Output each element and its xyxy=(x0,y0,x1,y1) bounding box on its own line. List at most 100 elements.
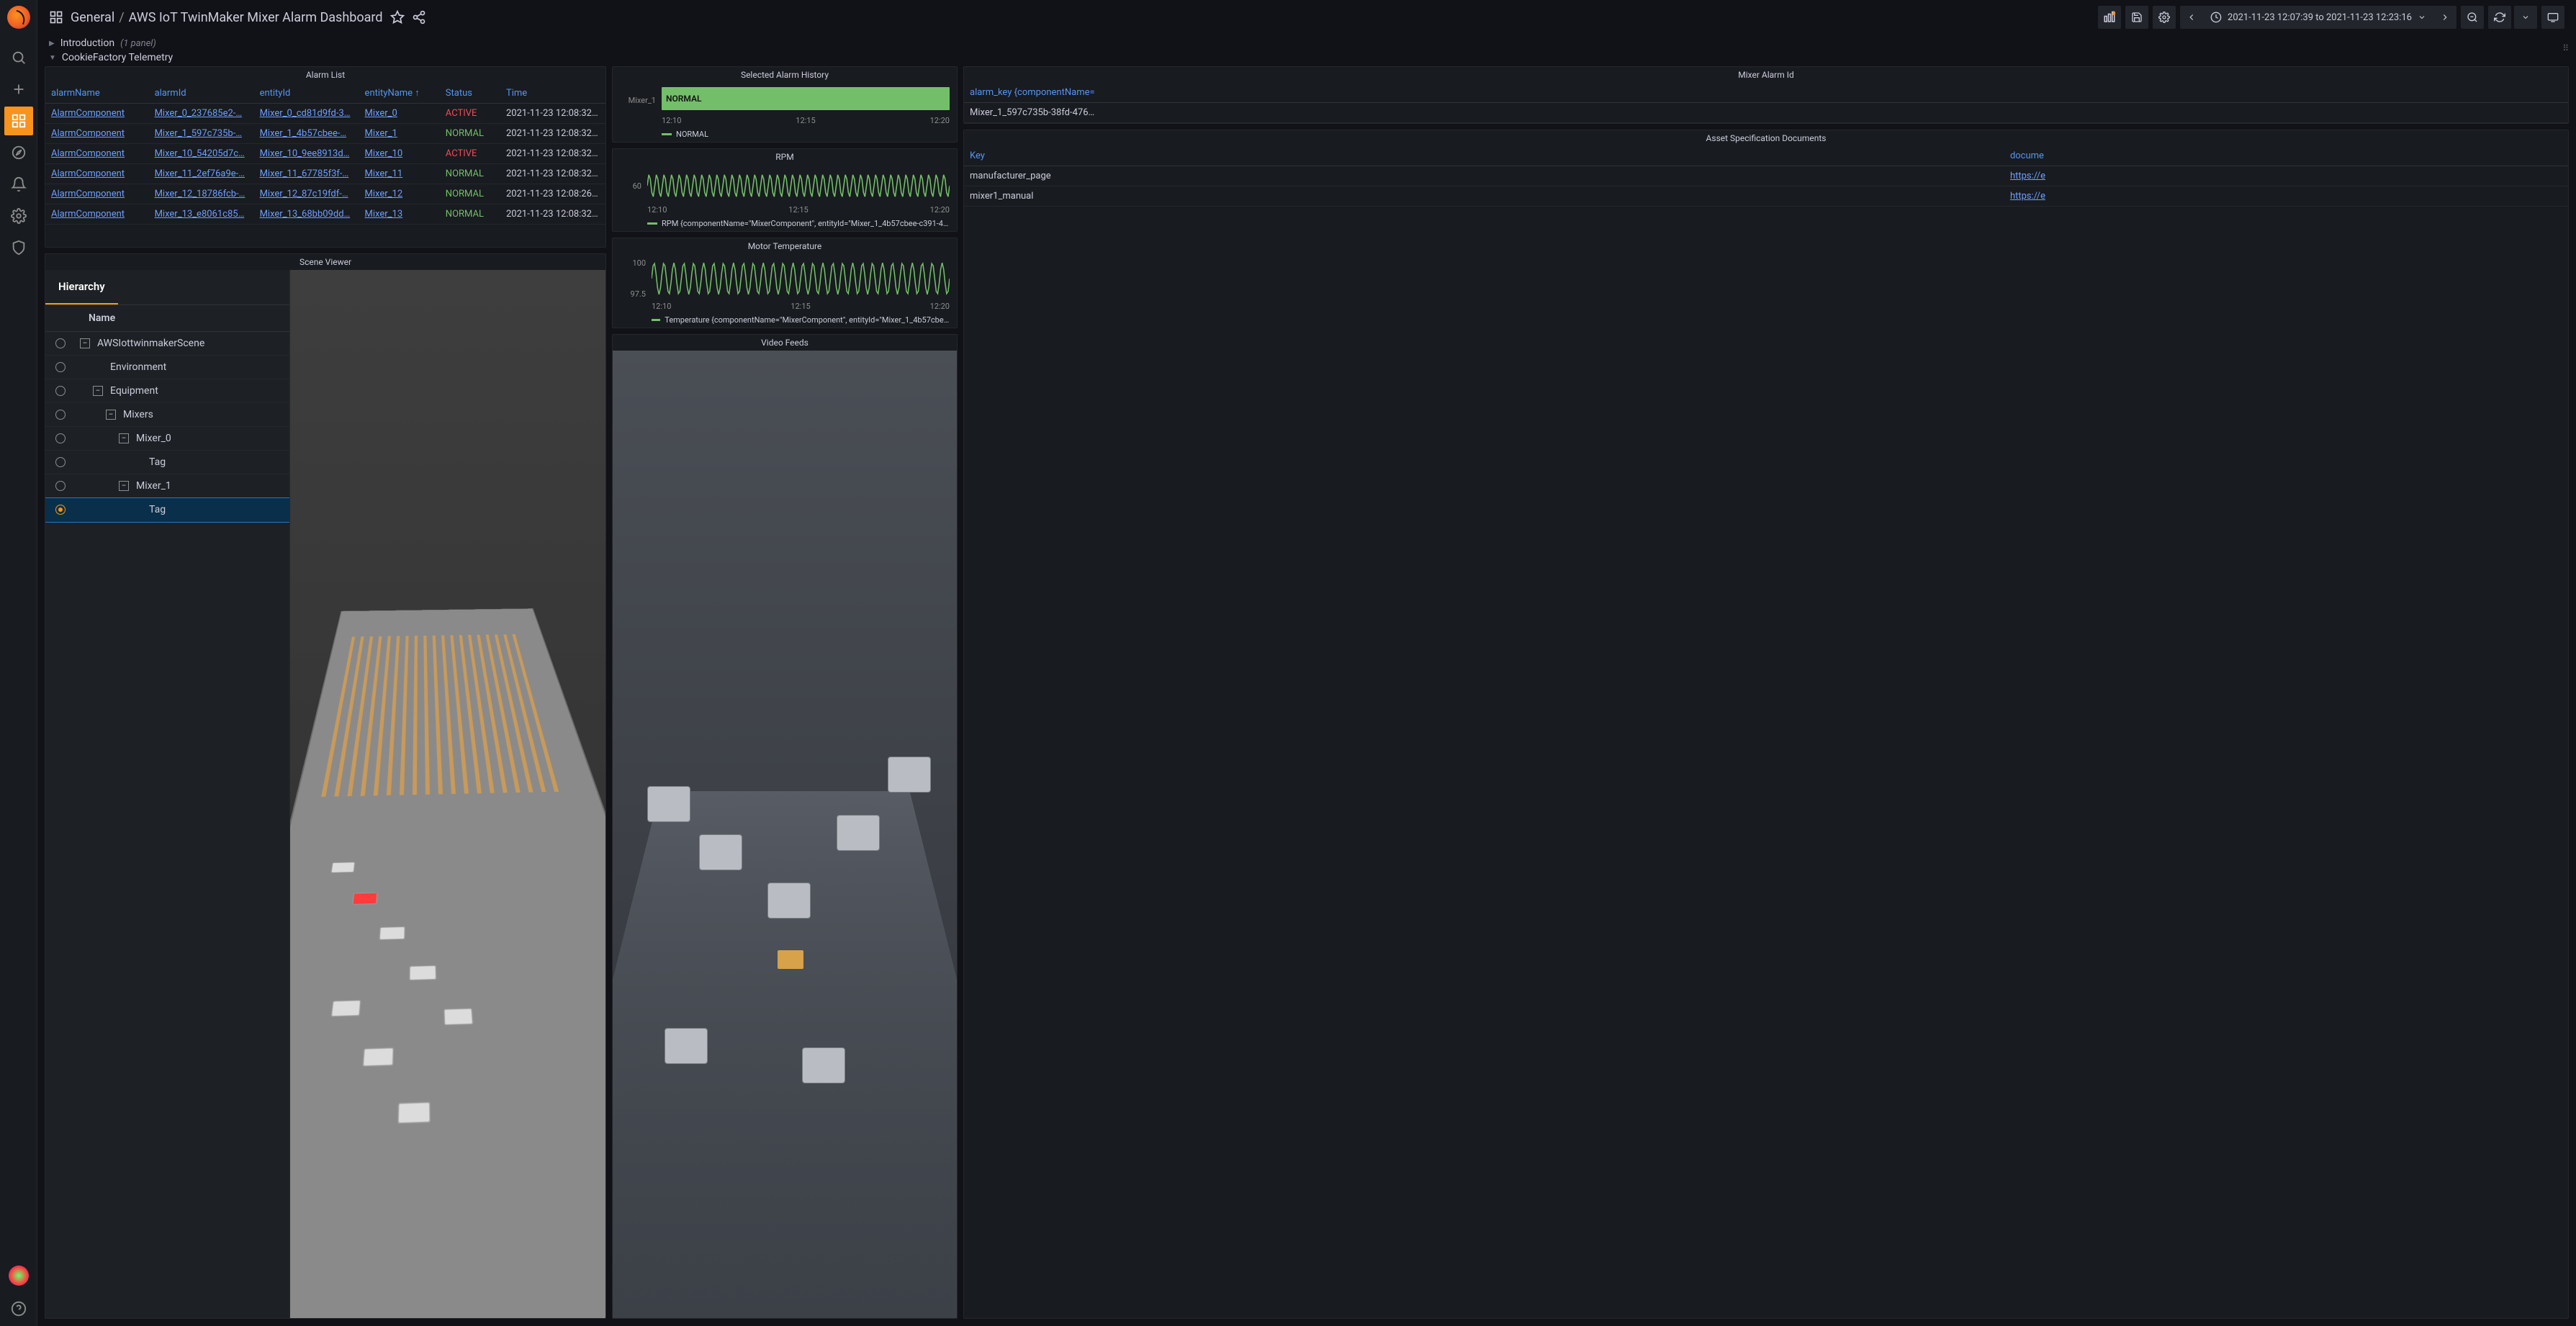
cell-entityId[interactable]: Mixer_11_67785f3f-… xyxy=(254,164,359,184)
time-forward-button[interactable] xyxy=(2433,6,2456,29)
refresh-dropdown[interactable] xyxy=(2514,6,2537,29)
tree-item[interactable]: Tag xyxy=(45,451,289,474)
cell-alarmName[interactable]: AlarmComponent xyxy=(45,204,149,225)
page-title: AWS IoT TwinMaker Mixer Alarm Dashboard xyxy=(129,10,383,25)
shield-icon[interactable] xyxy=(4,233,33,262)
radio[interactable] xyxy=(55,505,66,515)
column-header[interactable]: entityId xyxy=(254,83,359,104)
cell-alarmId[interactable]: Mixer_10_54205d7c… xyxy=(149,144,254,164)
table-row[interactable]: AlarmComponentMixer_1_597c735b-…Mixer_1_… xyxy=(45,124,605,144)
avatar[interactable] xyxy=(9,1266,29,1286)
tree-toggle[interactable]: – xyxy=(106,410,116,420)
cell-alarmId[interactable]: Mixer_12_18786fcb-… xyxy=(149,184,254,204)
cell-entityName[interactable]: Mixer_11 xyxy=(359,164,440,184)
column-header[interactable]: Status xyxy=(440,83,500,104)
column-header[interactable]: Time xyxy=(500,83,605,104)
column-header[interactable]: entityName ↑ xyxy=(359,83,440,104)
cell-entityId[interactable]: Mixer_13_68bb09dd… xyxy=(254,204,359,225)
radio[interactable] xyxy=(55,481,66,491)
cell-entityId[interactable]: Mixer_10_9ee8913d… xyxy=(254,144,359,164)
cell-entityId[interactable]: Mixer_1_4b57cbee-… xyxy=(254,124,359,144)
tree-item[interactable]: Environment xyxy=(45,356,289,379)
tree-item[interactable]: Tag xyxy=(45,498,289,522)
star-icon[interactable] xyxy=(390,10,405,24)
row-cookiefactory[interactable]: ▼ CookieFactory Telemetry xyxy=(49,52,2564,63)
column-header[interactable]: alarm_key {componentName= xyxy=(964,83,2568,103)
drag-handle-icon[interactable]: ⠿ xyxy=(2562,43,2569,53)
column-header[interactable]: docume xyxy=(2004,146,2568,166)
tree-item[interactable]: –Mixers xyxy=(45,403,289,427)
tv-mode-button[interactable] xyxy=(2541,6,2564,29)
chevron-right-icon[interactable]: ▶ xyxy=(49,40,55,48)
table-row[interactable]: AlarmComponentMixer_12_18786fcb-…Mixer_1… xyxy=(45,184,605,204)
column-header[interactable]: alarmName xyxy=(45,83,149,104)
table-row[interactable]: AlarmComponentMixer_0_237685e2-…Mixer_0_… xyxy=(45,104,605,124)
cell-entityName[interactable]: Mixer_0 xyxy=(359,104,440,124)
row-introduction[interactable]: ▶ Introduction (1 panel) ⠿ xyxy=(49,37,2564,49)
time-picker[interactable]: 2021-11-23 12:07:39 to 2021-11-23 12:23:… xyxy=(2203,6,2433,29)
doc-link[interactable]: https://e xyxy=(2004,186,2568,207)
cell-alarmId[interactable]: Mixer_0_237685e2-… xyxy=(149,104,254,124)
cell-alarmName[interactable]: AlarmComponent xyxy=(45,164,149,184)
tab-hierarchy[interactable]: Hierarchy xyxy=(45,270,118,305)
dashboards-icon[interactable] xyxy=(4,107,33,135)
cell-entityId[interactable]: Mixer_0_cd81d9fd-3… xyxy=(254,104,359,124)
cell-alarmName[interactable]: AlarmComponent xyxy=(45,124,149,144)
panel-title: Alarm List xyxy=(45,67,605,83)
cell-alarmId[interactable]: Mixer_13_e8061c85… xyxy=(149,204,254,225)
cell-entityName[interactable]: Mixer_12 xyxy=(359,184,440,204)
tree-toggle[interactable]: – xyxy=(80,338,90,348)
alarm-history-bar: NORMAL xyxy=(662,87,950,110)
scene-3d-view[interactable] xyxy=(290,270,605,1318)
table-row[interactable]: AlarmComponentMixer_11_2ef76a9e-…Mixer_1… xyxy=(45,164,605,184)
cell-entityName[interactable]: Mixer_10 xyxy=(359,144,440,164)
chevron-down-icon[interactable]: ▼ xyxy=(49,54,56,62)
tree-toggle[interactable]: – xyxy=(119,433,129,443)
explore-icon[interactable] xyxy=(4,138,33,167)
panel-rpm: RPM 60 12:1012:1512:20 RPM {componentNam… xyxy=(612,148,958,232)
save-button[interactable] xyxy=(2125,6,2148,29)
tree-label: Tag xyxy=(149,504,166,515)
tree-item[interactable]: –Mixer_0 xyxy=(45,427,289,451)
tree-toggle[interactable]: – xyxy=(119,481,129,491)
radio[interactable] xyxy=(55,410,66,420)
doc-link[interactable]: https://e xyxy=(2004,166,2568,186)
time-back-button[interactable] xyxy=(2180,6,2203,29)
tree-item[interactable]: –Mixer_1 xyxy=(45,474,289,498)
settings-button[interactable] xyxy=(2153,6,2176,29)
refresh-button[interactable] xyxy=(2488,6,2511,29)
panel-asset-docs: Asset Specification Documents Keydocume … xyxy=(963,130,2569,1319)
cell-alarmId[interactable]: Mixer_1_597c735b-… xyxy=(149,124,254,144)
radio[interactable] xyxy=(55,386,66,396)
plus-icon[interactable] xyxy=(4,75,33,104)
cell-entityName[interactable]: Mixer_1 xyxy=(359,124,440,144)
share-icon[interactable] xyxy=(412,10,426,24)
tree-toggle[interactable]: – xyxy=(93,386,103,396)
bell-icon[interactable] xyxy=(4,170,33,199)
cell-alarmId[interactable]: Mixer_11_2ef76a9e-… xyxy=(149,164,254,184)
radio[interactable] xyxy=(55,338,66,348)
gear-icon[interactable] xyxy=(4,202,33,230)
zoom-out-button[interactable] xyxy=(2461,6,2484,29)
radio[interactable] xyxy=(55,433,66,443)
column-header[interactable]: Key xyxy=(964,146,2004,166)
folder-name[interactable]: General xyxy=(71,10,114,25)
add-panel-button[interactable] xyxy=(2098,6,2121,29)
tree-item[interactable]: –Equipment xyxy=(45,379,289,403)
video-feed-view[interactable] xyxy=(613,351,957,1318)
tree-item[interactable]: –AWSIottwinmakerScene xyxy=(45,332,289,356)
cell-alarmName[interactable]: AlarmComponent xyxy=(45,184,149,204)
cell-entityId[interactable]: Mixer_12_87c19fdf-… xyxy=(254,184,359,204)
cell-alarmName[interactable]: AlarmComponent xyxy=(45,144,149,164)
cell-entityName[interactable]: Mixer_13 xyxy=(359,204,440,225)
radio[interactable] xyxy=(55,457,66,467)
help-icon[interactable] xyxy=(4,1294,33,1323)
table-row[interactable]: AlarmComponentMixer_10_54205d7c…Mixer_10… xyxy=(45,144,605,164)
search-icon[interactable] xyxy=(4,43,33,72)
table-row[interactable]: AlarmComponentMixer_13_e8061c85…Mixer_13… xyxy=(45,204,605,225)
breadcrumb[interactable]: General / AWS IoT TwinMaker Mixer Alarm … xyxy=(71,10,383,25)
radio[interactable] xyxy=(55,362,66,372)
grafana-logo[interactable] xyxy=(7,6,30,29)
cell-alarmName[interactable]: AlarmComponent xyxy=(45,104,149,124)
column-header[interactable]: alarmId xyxy=(149,83,254,104)
